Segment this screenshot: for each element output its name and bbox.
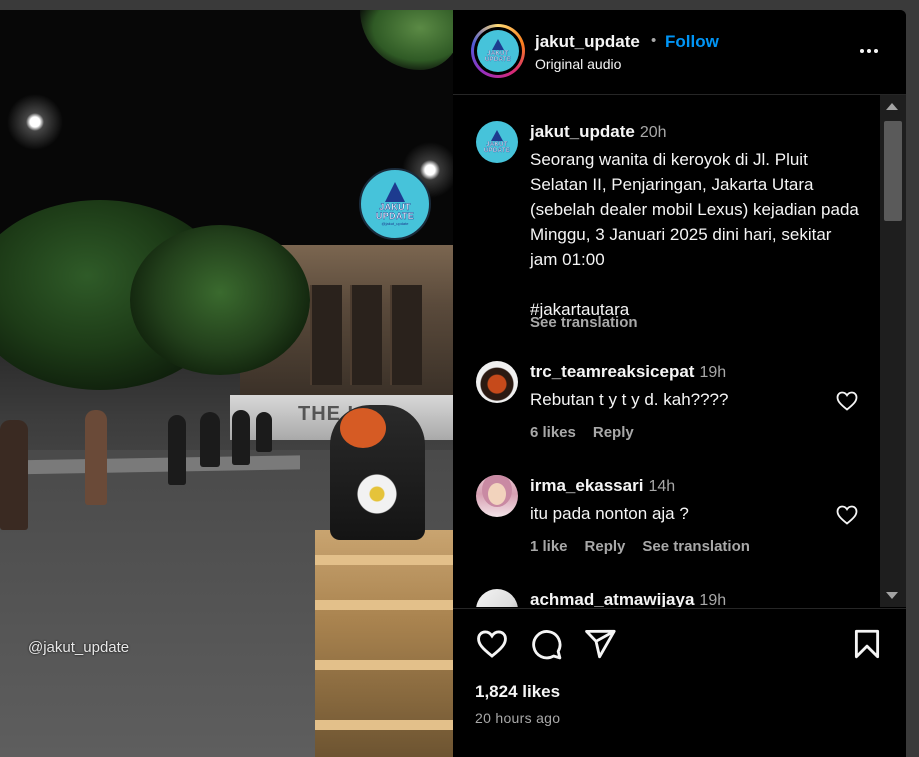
comment-time: 19h bbox=[699, 364, 727, 381]
post-modal: THE L OP JAKUT UPDATE @jakut_update @jak… bbox=[0, 10, 906, 757]
save-bookmark-icon[interactable] bbox=[850, 627, 884, 661]
see-translation[interactable]: See translation bbox=[642, 538, 750, 555]
market-stall bbox=[315, 530, 453, 757]
separator-dot: • bbox=[651, 32, 657, 49]
heart-icon[interactable] bbox=[835, 503, 859, 527]
like-count[interactable]: 1,824 likes bbox=[475, 682, 560, 702]
post-header: JAKUT UPDATE jakut_update • Follow Origi… bbox=[453, 10, 906, 95]
like-heart-icon[interactable] bbox=[475, 627, 509, 661]
commenter-avatar[interactable] bbox=[476, 589, 518, 607]
caption-avatar[interactable]: JAKUT UPDATE bbox=[476, 121, 518, 163]
comment-icon[interactable] bbox=[529, 627, 563, 661]
comment-username[interactable]: irma_ekassari bbox=[530, 476, 643, 495]
more-options-icon[interactable] bbox=[857, 39, 881, 63]
scroll-up-arrow-icon[interactable] bbox=[886, 103, 898, 110]
post-timestamp[interactable]: 20 hours ago bbox=[475, 710, 560, 726]
follow-button[interactable]: Follow bbox=[665, 32, 719, 52]
comment-text: itu pada nonton aja ? bbox=[530, 504, 689, 523]
scrollbar-thumb[interactable] bbox=[884, 121, 902, 221]
comments-list: JAKUT UPDATE jakut_update 20h Seorang wan… bbox=[453, 95, 880, 607]
comment-likes[interactable]: 1 like bbox=[530, 538, 568, 555]
video-watermark: @jakut_update bbox=[28, 639, 130, 656]
comment-username[interactable]: trc_teamreaksicepat bbox=[530, 362, 694, 381]
comment-time: 19h bbox=[699, 592, 727, 607]
reply-button[interactable]: Reply bbox=[585, 538, 626, 555]
comment-text: Rebutan t y t y d. kah???? bbox=[530, 390, 729, 409]
reply-button[interactable]: Reply bbox=[593, 424, 634, 441]
comment-likes[interactable]: 6 likes bbox=[530, 424, 576, 441]
share-icon[interactable] bbox=[583, 627, 617, 661]
audio-label[interactable]: Original audio bbox=[535, 56, 621, 72]
scroll-down-arrow-icon[interactable] bbox=[886, 592, 898, 599]
commenter-avatar[interactable] bbox=[476, 361, 518, 403]
story-avatar[interactable]: JAKUT UPDATE bbox=[471, 24, 525, 78]
video-logo: JAKUT UPDATE @jakut_update bbox=[359, 168, 431, 240]
comment-username[interactable]: achmad_atmawijaya bbox=[530, 590, 694, 607]
caption-username[interactable]: jakut_update bbox=[530, 122, 635, 141]
header-username[interactable]: jakut_update bbox=[535, 32, 640, 52]
heart-icon[interactable] bbox=[835, 389, 859, 413]
commenter-avatar[interactable] bbox=[476, 475, 518, 517]
caption-text: Seorang wanita di keroyok di Jl. Pluit S… bbox=[530, 150, 859, 319]
comment-time: 14h bbox=[648, 478, 676, 495]
post-actions: 1,824 likes 20 hours ago bbox=[453, 608, 906, 757]
post-panel: JAKUT UPDATE jakut_update • Follow Origi… bbox=[453, 10, 906, 757]
caption-time: 20h bbox=[639, 124, 667, 141]
post-video[interactable]: THE L OP JAKUT UPDATE @jakut_update @jak… bbox=[0, 10, 453, 757]
caption-see-translation[interactable]: See translation bbox=[530, 314, 638, 331]
comments-scrollbar[interactable] bbox=[880, 95, 906, 607]
